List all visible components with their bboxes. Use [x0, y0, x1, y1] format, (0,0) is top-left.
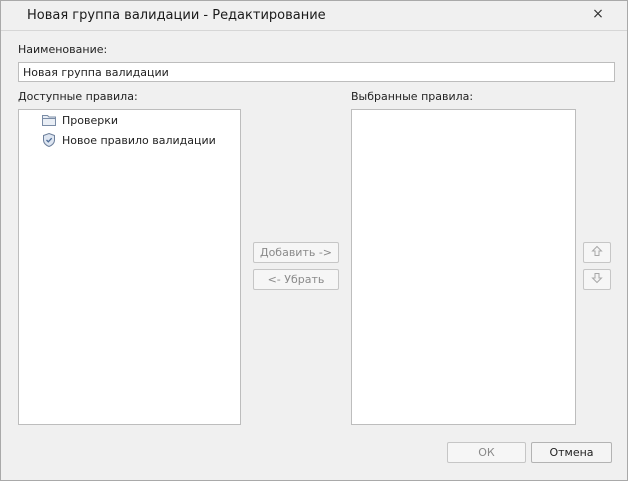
dialog-window: Новая группа валидации - Редактирование … [0, 0, 628, 481]
close-icon[interactable]: × [591, 7, 605, 21]
add-button[interactable]: Добавить -> [253, 242, 339, 263]
move-down-button[interactable] [583, 269, 611, 290]
selected-rules-label: Выбранные правила: [351, 90, 474, 103]
tree-item-label: Новое правило валидации [62, 133, 216, 147]
name-label: Наименование: [18, 43, 108, 56]
selected-rules-list[interactable] [351, 109, 576, 425]
name-input[interactable] [18, 62, 615, 82]
cancel-button[interactable]: Отмена [531, 442, 612, 463]
tree-item-label: Проверки [62, 113, 119, 127]
tree-item-new-validation-rule[interactable]: Новое правило валидации [41, 132, 216, 148]
move-up-button[interactable] [583, 242, 611, 263]
arrow-down-icon [591, 272, 603, 287]
tree-item-checks[interactable]: Проверки [41, 112, 118, 128]
dialog-title: Новая группа валидации - Редактирование [27, 8, 326, 23]
remove-button[interactable]: <- Убрать [253, 269, 339, 290]
title-bar: Новая группа валидации - Редактирование … [1, 1, 627, 31]
folder-icon [41, 112, 57, 128]
arrow-up-icon [591, 245, 603, 260]
ok-button[interactable]: ОК [447, 442, 526, 463]
available-rules-label: Доступные правила: [18, 90, 138, 103]
available-rules-list[interactable]: Проверки Новое правило валидации [18, 109, 241, 425]
validation-rule-icon [41, 132, 57, 148]
